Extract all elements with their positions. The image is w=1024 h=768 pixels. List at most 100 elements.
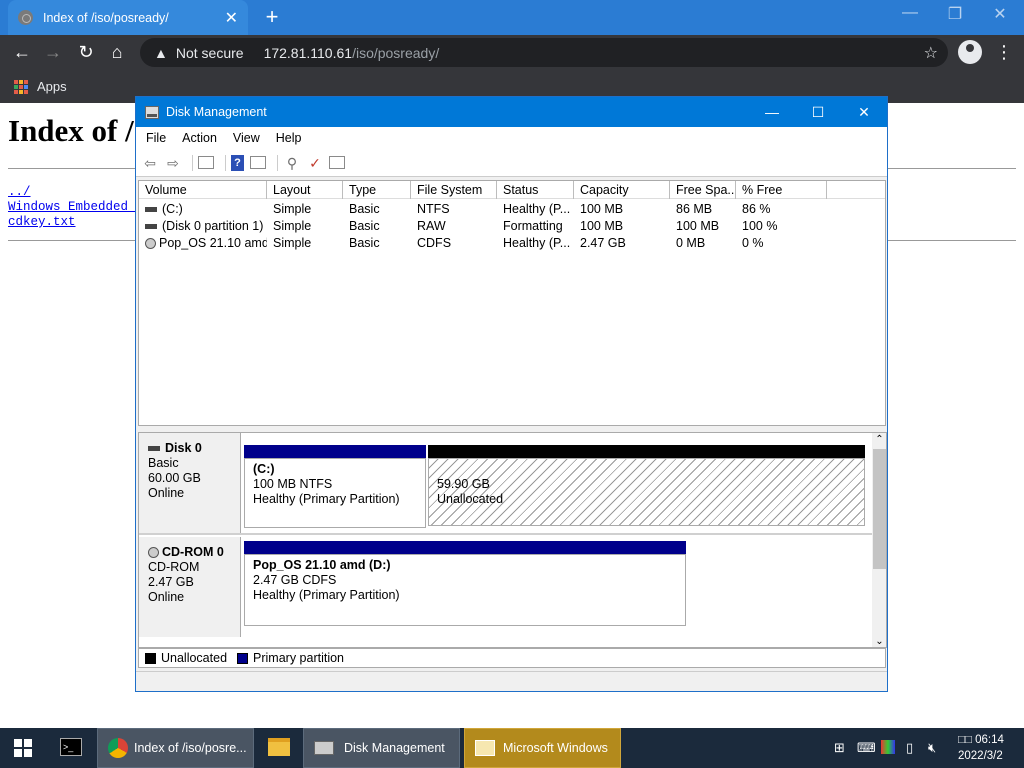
partition-d-name: Pop_OS 21.10 amd (D:) — [253, 558, 391, 572]
disk0-state: Online — [148, 486, 185, 500]
cell-status: Formatting — [503, 219, 563, 233]
restore-icon[interactable]: ❐ — [935, 4, 975, 24]
browser-tab[interactable]: Index of /iso/posready/ ✕ — [8, 0, 248, 35]
tab-close-icon[interactable]: ✕ — [225, 8, 238, 28]
connect-icon[interactable]: ⚲ — [283, 155, 301, 171]
cell-fs: CDFS — [417, 236, 452, 250]
start-windows-icon[interactable] — [14, 739, 32, 757]
cdrom0-type: CD-ROM — [148, 560, 200, 574]
cell-volume: Pop_OS 21.10 amd... — [139, 235, 267, 252]
back-icon[interactable]: ← — [9, 39, 35, 65]
dm-maximize-icon[interactable]: ☐ — [795, 97, 841, 127]
menu-action[interactable]: Action — [182, 131, 217, 145]
usb-icon[interactable]: ▯ — [906, 740, 913, 756]
profile-avatar-icon[interactable] — [958, 40, 982, 64]
col-capacity[interactable]: Capacity — [574, 181, 670, 199]
apps-grid-icon[interactable] — [14, 79, 28, 94]
bookmark-apps[interactable]: Apps — [37, 79, 67, 94]
cell-volume: (C:) — [139, 201, 267, 218]
cell-type: Basic — [349, 219, 380, 233]
col-volume[interactable]: Volume — [139, 181, 267, 199]
forward-icon[interactable]: → — [40, 39, 66, 65]
dm-close-icon[interactable]: ✕ — [841, 97, 887, 127]
col-filesystem[interactable]: File System — [411, 181, 497, 199]
link-windows-embedded[interactable]: Windows Embedded P — [8, 200, 143, 214]
partition-c[interactable]: (C:) 100 MB NTFS Healthy (Primary Partit… — [244, 458, 426, 528]
dm-statusbar — [136, 671, 887, 691]
chrome-icon — [108, 738, 128, 758]
back-arrow-icon[interactable]: ⇦ — [141, 155, 159, 171]
color-icon[interactable] — [881, 740, 895, 754]
file-explorer-icon[interactable] — [268, 738, 290, 756]
legend-primary-label: Primary partition — [253, 651, 345, 665]
cdrom0-row: CD-ROM 0 CD-ROM 2.47 GB Online Pop_OS 21… — [139, 537, 872, 637]
volume-list-header: Volume Layout Type File System Status Ca… — [139, 181, 885, 199]
disk-graphical-view: Disk 0 Basic 60.00 GB Online (C:) 100 MB… — [138, 432, 887, 648]
cell-layout: Simple — [273, 236, 312, 250]
volume-list: Volume Layout Type File System Status Ca… — [138, 180, 886, 426]
link-parent[interactable]: ../ — [8, 185, 31, 199]
link-cdkey[interactable]: cdkey.txt — [8, 215, 76, 229]
col-pct-free[interactable]: % Free — [736, 181, 827, 199]
disk-management-icon — [314, 741, 334, 755]
dm-minimize-icon[interactable]: — — [749, 97, 795, 127]
disk0-info[interactable]: Disk 0 Basic 60.00 GB Online — [139, 433, 241, 533]
taskbar-disk-management[interactable]: Disk Management — [303, 728, 460, 768]
home-icon[interactable]: ⌂ — [104, 39, 130, 65]
primary-partition-bar — [244, 541, 686, 554]
show-hide-console-icon[interactable] — [198, 156, 214, 169]
scroll-down-icon[interactable]: ⌄ — [872, 636, 886, 647]
partition-d-status: Healthy (Primary Partition) — [253, 588, 400, 602]
legend: Unallocated Primary partition — [138, 648, 886, 668]
properties-icon[interactable] — [250, 156, 266, 169]
minimize-icon[interactable]: — — [890, 4, 930, 22]
terminal-icon[interactable]: >_ — [60, 738, 82, 756]
unallocated-bar — [428, 445, 865, 458]
volume-muted-icon[interactable]: 🔇︎ — [928, 740, 936, 756]
taskbar-chrome-label: Index of /iso/posre... — [134, 741, 247, 755]
menu-kebab-icon[interactable]: ⋮ — [995, 40, 1013, 64]
cell-free: 86 MB — [676, 202, 713, 216]
rescan-icon[interactable] — [329, 156, 345, 169]
col-layout[interactable]: Layout — [267, 181, 343, 199]
page-title: Index of / — [8, 113, 134, 148]
reload-icon[interactable]: ↻ — [73, 39, 99, 65]
browser-tab-strip: Index of /iso/posready/ ✕ + — ❐ ✕ — [0, 0, 1024, 35]
checklist-icon[interactable]: ✓ — [306, 155, 324, 171]
disk-icon — [145, 207, 157, 213]
menu-file[interactable]: File — [146, 131, 166, 145]
scroll-up-icon[interactable]: ⌃ — [872, 433, 886, 447]
forward-arrow-icon[interactable]: ⇨ — [164, 155, 182, 171]
address-bar[interactable]: ▲ Not secure 172.81.110.61 /iso/posready… — [140, 38, 948, 67]
primary-partition-bar — [244, 445, 426, 458]
keyboard-icon[interactable]: ⌨ — [857, 740, 876, 756]
window-list-icon — [475, 740, 495, 756]
disk0-type: Basic — [148, 456, 179, 470]
cell-pct: 0 % — [742, 236, 764, 250]
scroll-thumb[interactable] — [873, 449, 886, 569]
warning-icon[interactable]: ▲ — [154, 45, 168, 61]
col-status[interactable]: Status — [497, 181, 574, 199]
partition-unallocated[interactable]: 59.90 GB Unallocated — [428, 458, 865, 526]
help-icon[interactable]: ? — [231, 154, 244, 171]
window-close-icon[interactable]: ✕ — [980, 4, 1020, 24]
partition-d[interactable]: Pop_OS 21.10 amd (D:) 2.47 GB CDFS Healt… — [244, 554, 686, 626]
bookmark-star-icon[interactable]: ☆ — [924, 43, 938, 63]
network-icon[interactable]: ⊞ — [834, 740, 845, 756]
security-label[interactable]: Not secure — [176, 45, 244, 61]
taskbar-microsoft-windows[interactable]: Microsoft Windows — [464, 728, 621, 768]
dm-menubar: File Action View Help — [136, 127, 887, 149]
clock-time: 06:14 — [975, 734, 1004, 746]
col-free[interactable]: Free Spa... — [670, 181, 736, 199]
cell-fs: RAW — [417, 219, 446, 233]
clock[interactable]: □□ 06:14 2022/3/2 — [958, 732, 1004, 764]
cdrom0-info[interactable]: CD-ROM 0 CD-ROM 2.47 GB Online — [139, 537, 241, 637]
menu-view[interactable]: View — [233, 131, 260, 145]
menu-help[interactable]: Help — [276, 131, 302, 145]
col-type[interactable]: Type — [343, 181, 411, 199]
taskbar-chrome[interactable]: Index of /iso/posre... — [97, 728, 254, 768]
vertical-scrollbar[interactable]: ⌃ ⌄ — [872, 433, 886, 647]
cell-volume: (Disk 0 partition 1) — [139, 218, 267, 235]
disk0-size: 60.00 GB — [148, 471, 201, 485]
new-tab-button[interactable]: + — [258, 3, 286, 31]
